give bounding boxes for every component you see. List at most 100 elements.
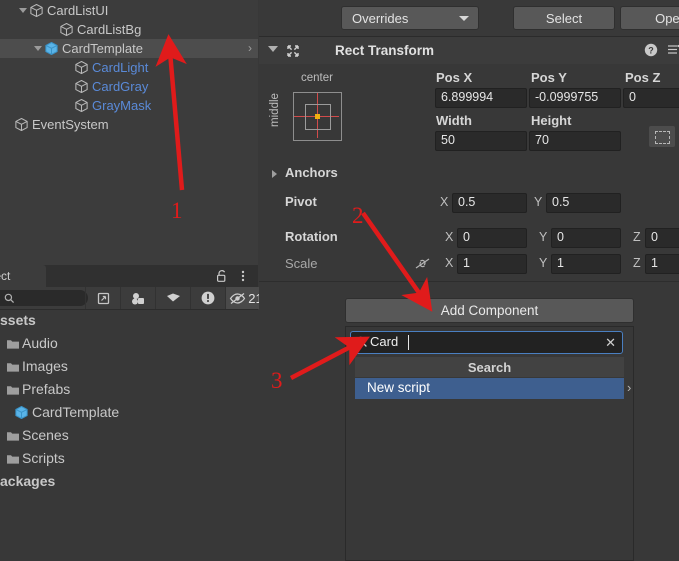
- kebab-menu-icon[interactable]: [236, 269, 250, 283]
- rotation-y-input[interactable]: 0: [551, 228, 621, 248]
- rotation-x-value: 0: [463, 230, 470, 244]
- height-value: 70: [535, 133, 549, 147]
- blueprint-mode-button[interactable]: [649, 126, 675, 147]
- asset-item-audio[interactable]: Audio: [0, 332, 258, 355]
- scale-z-value: 1: [651, 256, 658, 270]
- project-search-input[interactable]: [0, 290, 88, 306]
- scale-label: Scale: [285, 256, 318, 271]
- prefab-cube-icon: [44, 41, 59, 56]
- foldout-down-icon[interactable]: [33, 43, 44, 54]
- open-button[interactable]: Open: [620, 6, 679, 30]
- asset-item-scripts[interactable]: Scripts: [0, 447, 258, 470]
- gameobject-cube-icon: [74, 79, 89, 94]
- eye-off-icon: [230, 292, 246, 304]
- hierarchy-panel[interactable]: CardListUI CardListBg CardTemplate › CardLig…: [0, 0, 258, 265]
- unity-editor-window: CardListUI CardListBg CardTemplate › CardLig…: [0, 0, 679, 561]
- project-tab-bar: ject: [0, 265, 258, 287]
- pivot-y-input[interactable]: 0.5: [546, 193, 621, 213]
- asset-item-ackages[interactable]: ackages: [0, 470, 258, 493]
- add-component-button[interactable]: Add Component: [345, 298, 634, 323]
- scale-y-value: 1: [557, 256, 564, 270]
- gameobject-cube-icon: [14, 117, 29, 132]
- help-icon[interactable]: ?: [644, 43, 658, 57]
- hierarchy-item-label: CardLight: [92, 60, 149, 75]
- search-icon: [356, 336, 368, 348]
- hierarchy-item-graymask[interactable]: GrayMask: [0, 96, 258, 115]
- foldout-spacer: [63, 100, 74, 111]
- pivot-y-axis: Y: [534, 195, 543, 209]
- hierarchy-item-label: CardGray: [92, 79, 149, 94]
- hierarchy-item-cardgray[interactable]: CardGray: [0, 77, 258, 96]
- component-foldout-icon[interactable]: [268, 46, 278, 52]
- pos-x-label: Pos X: [436, 70, 473, 85]
- asset-item-prefabs[interactable]: Prefabs: [0, 378, 258, 401]
- asset-item-cardtemplate[interactable]: CardTemplate: [0, 401, 258, 424]
- asset-item-label: Audio: [22, 335, 58, 351]
- rotation-z-input[interactable]: 0: [645, 228, 679, 248]
- scale-x-input[interactable]: 1: [457, 254, 527, 274]
- asset-item-ssets[interactable]: ssets: [0, 309, 258, 332]
- pos-y-input[interactable]: -0.0999755: [529, 88, 621, 108]
- hierarchy-item-cardlistui[interactable]: CardListUI: [0, 1, 258, 20]
- error-filter-icon[interactable]: [190, 287, 225, 309]
- clear-icon[interactable]: ✕: [605, 335, 616, 350]
- save-search-icon[interactable]: [85, 287, 120, 309]
- rect-transform-header[interactable]: Rect Transform ?: [259, 37, 679, 65]
- gameobject-cube-icon: [74, 60, 89, 75]
- hierarchy-item-label: CardListBg: [77, 22, 142, 37]
- prefab-cube-icon: [14, 405, 29, 420]
- anchor-preset-widget[interactable]: [293, 92, 342, 141]
- asset-item-images[interactable]: Images: [0, 355, 258, 378]
- pos-z-label: Pos Z: [625, 70, 661, 85]
- hierarchy-item-eventsystem[interactable]: EventSystem: [0, 115, 258, 134]
- hierarchy-item-cardtemplate[interactable]: CardTemplate ›: [0, 39, 258, 58]
- scale-x-value: 1: [463, 256, 470, 270]
- lock-open-icon[interactable]: [215, 269, 229, 283]
- folder-icon: [6, 429, 20, 443]
- anchors-foldout-icon[interactable]: [272, 170, 277, 178]
- asset-item-scenes[interactable]: Scenes: [0, 424, 258, 447]
- hierarchy-item-label: CardTemplate: [62, 41, 143, 56]
- blueprint-mode-icon: [655, 131, 670, 144]
- component-search-value: Card: [370, 334, 399, 349]
- select-button[interactable]: Select: [513, 6, 615, 30]
- width-value: 50: [441, 133, 455, 147]
- chevron-right-icon[interactable]: ›: [248, 42, 252, 54]
- folder-icon: [6, 360, 20, 374]
- foldout-down-icon[interactable]: [18, 5, 29, 16]
- overrides-dropdown[interactable]: Overrides: [341, 6, 479, 30]
- hierarchy-item-cardlight[interactable]: CardLight: [0, 58, 258, 77]
- inspector-top-bar: Overrides Select Open: [259, 0, 679, 37]
- project-panel[interactable]: ject: [0, 265, 266, 558]
- tab-project[interactable]: ject: [0, 265, 46, 287]
- pos-z-input[interactable]: 0: [623, 88, 679, 108]
- pivot-x-input[interactable]: 0.5: [452, 193, 527, 213]
- component-menu-icon[interactable]: [667, 43, 679, 56]
- component-search-input[interactable]: Card ✕: [350, 331, 623, 354]
- pos-x-input[interactable]: 6.899994: [435, 88, 527, 108]
- asset-item-label: Images: [22, 358, 68, 374]
- project-tab-label: ject: [0, 269, 11, 283]
- assets-tree[interactable]: ssets Audio Images Prefabs CardTemplate Scene…: [0, 309, 258, 558]
- gameobject-cube-icon: [29, 3, 44, 18]
- width-input[interactable]: 50: [435, 131, 527, 151]
- filter-by-label-icon[interactable]: [155, 287, 190, 309]
- scale-x-axis: X: [445, 256, 454, 270]
- rotation-z-value: 0: [651, 230, 658, 244]
- rotation-x-input[interactable]: 0: [457, 228, 527, 248]
- dropdown-item-new-script[interactable]: New script: [355, 378, 624, 399]
- filter-by-type-icon[interactable]: [120, 287, 155, 309]
- scale-z-input[interactable]: 1: [645, 254, 679, 274]
- foldout-spacer: [63, 81, 74, 92]
- asset-item-label: CardTemplate: [32, 404, 120, 420]
- hierarchy-item-cardlistbg[interactable]: CardListBg: [0, 20, 258, 39]
- height-input[interactable]: 70: [529, 131, 621, 151]
- constrain-proportions-off-icon[interactable]: [414, 257, 431, 273]
- add-component-section: Add Component Card ✕ Search New script ›: [259, 281, 679, 561]
- add-component-dropdown[interactable]: Card ✕ Search New script ›: [345, 326, 634, 561]
- pivot-dot: [315, 114, 320, 119]
- scale-y-axis: Y: [539, 256, 548, 270]
- folder-icon: [6, 383, 20, 397]
- scale-y-input[interactable]: 1: [551, 254, 621, 274]
- rotation-z-axis: Z: [633, 230, 641, 244]
